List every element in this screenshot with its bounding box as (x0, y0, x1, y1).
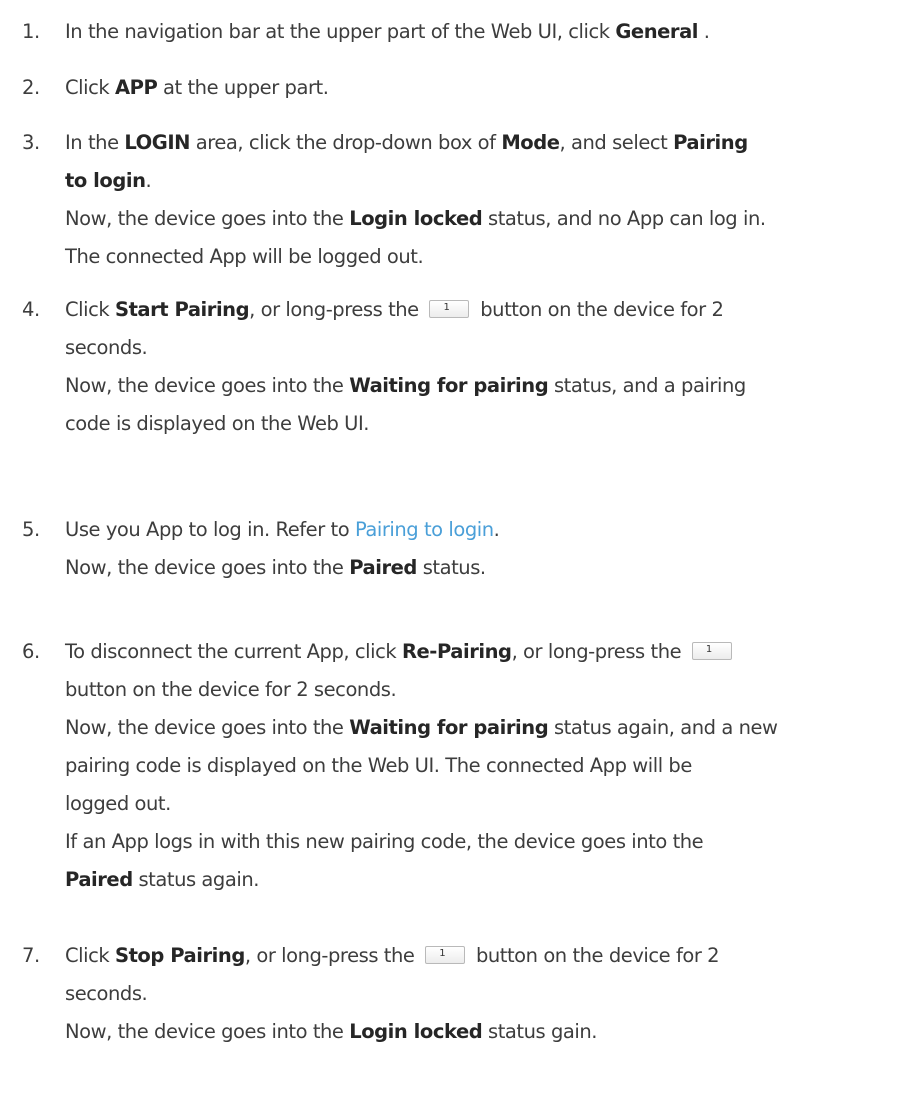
text-run: Click (65, 76, 115, 99)
text-run: Click (65, 944, 115, 967)
text-run: In the (65, 131, 125, 154)
step-line: to login. (65, 169, 152, 192)
pairing-to-login-link[interactable]: Pairing to login (355, 518, 494, 541)
step-number: 1. (22, 20, 40, 43)
ui-term: Paired (65, 868, 133, 891)
text-run: Use you App to log in. Refer to (65, 518, 355, 541)
device-button-icon: 1 (429, 300, 470, 318)
step-number: 4. (22, 298, 40, 321)
text-run: . (493, 518, 500, 541)
ui-term: APP (114, 76, 158, 99)
step-line: Click APP at the upper part. (65, 76, 329, 99)
ui-term: Mode (501, 131, 560, 154)
step-line: If an App logs in with this new pairing … (65, 830, 704, 853)
device-button-label: 1 (705, 644, 713, 655)
step-number: 2. (22, 76, 40, 99)
text-run: button on the device for 2 (474, 298, 724, 321)
text-run: Now, the device goes into the (65, 374, 350, 397)
text-run: , or long-press the (244, 944, 421, 967)
ui-term: Stop Pairing (114, 944, 245, 967)
step-number: 3. (22, 131, 40, 154)
step-number: 6. (22, 640, 40, 663)
text-run: Now, the device goes into the (65, 207, 350, 230)
text-run: button on the device for 2 seconds. (65, 678, 397, 701)
ui-term: Pairing (673, 131, 748, 154)
text-run: status, and a pairing (548, 374, 746, 397)
step-number: 5. (22, 518, 40, 541)
step-number: 7. (22, 944, 40, 967)
text-run: code is displayed on the Web UI. (65, 412, 370, 435)
ui-term: Waiting for pairing (349, 374, 549, 397)
step-line: Now, the device goes into the Waiting fo… (65, 716, 778, 739)
text-run: . (145, 169, 152, 192)
step-line: In the LOGIN area, click the drop-down b… (65, 131, 748, 154)
step-line: code is displayed on the Web UI. (65, 412, 369, 435)
text-run: , or long-press the (511, 640, 687, 663)
text-run: , or long-press the (249, 298, 425, 321)
text-run: If an App logs in with this new pairing … (65, 830, 704, 853)
text-run: , and select (559, 131, 674, 154)
text-run: status gain. (482, 1020, 598, 1043)
step-line: seconds. (65, 982, 148, 1005)
step-line: pairing code is displayed on the Web UI.… (65, 754, 692, 777)
ui-term: Start Pairing (114, 298, 250, 321)
ui-term: Waiting for pairing (349, 716, 549, 739)
text-run: Now, the device goes into the (65, 1020, 350, 1043)
text-run: pairing code is displayed on the Web UI.… (65, 754, 692, 777)
ui-term: LOGIN (124, 131, 190, 154)
device-button-icon: 1 (425, 946, 466, 964)
step-line: Click Stop Pairing, or long-press the 1 … (65, 944, 720, 967)
text-run: seconds. (65, 336, 148, 359)
text-run: To disconnect the current App, click (65, 640, 402, 663)
text-run: area, click the drop-down box of (190, 131, 502, 154)
step-line: logged out. (65, 792, 171, 815)
ui-term: Paired (349, 556, 417, 579)
ui-term: to login (65, 169, 146, 192)
text-run: status again, and a new (548, 716, 778, 739)
text-run: Now, the device goes into the (65, 716, 350, 739)
step-line: Click Start Pairing, or long-press the 1… (65, 298, 724, 321)
text-run: logged out. (65, 792, 171, 815)
step-line: To disconnect the current App, click Re-… (65, 640, 737, 663)
step-line: In the navigation bar at the upper part … (65, 20, 710, 43)
step-line: Now, the device goes into the Login lock… (65, 1020, 597, 1043)
text-run: status, and no App can log in. (482, 207, 766, 230)
text-run: status again. (132, 868, 259, 891)
ui-term: Login locked (349, 207, 483, 230)
text-run: seconds. (65, 982, 148, 1005)
text-run: Now, the device goes into the (65, 556, 350, 579)
text-run: at the upper part. (157, 76, 329, 99)
step-line: Use you App to log in. Refer to Pairing … (65, 518, 500, 541)
text-run: button on the device for 2 (470, 944, 720, 967)
text-run: In the navigation bar at the upper part … (65, 20, 616, 43)
device-button-label: 1 (439, 948, 446, 959)
step-line: The connected App will be logged out. (65, 245, 424, 268)
ui-term: General (615, 20, 699, 43)
step-line: seconds. (65, 336, 148, 359)
text-run: status. (416, 556, 486, 579)
ui-term: Re-Pairing (401, 640, 512, 663)
step-line: Now, the device goes into the Paired sta… (65, 556, 486, 579)
device-button-icon: 1 (691, 642, 732, 660)
step-line: Now, the device goes into the Login lock… (65, 207, 766, 230)
step-line: Paired status again. (65, 868, 259, 891)
text-run: Click (65, 298, 115, 321)
device-button-label: 1 (443, 302, 450, 313)
text-run: . (698, 20, 710, 43)
ui-term: Login locked (349, 1020, 483, 1043)
step-line: button on the device for 2 seconds. (65, 678, 397, 701)
text-run: The connected App will be logged out. (65, 245, 424, 268)
step-line: Now, the device goes into the Waiting fo… (65, 374, 746, 397)
